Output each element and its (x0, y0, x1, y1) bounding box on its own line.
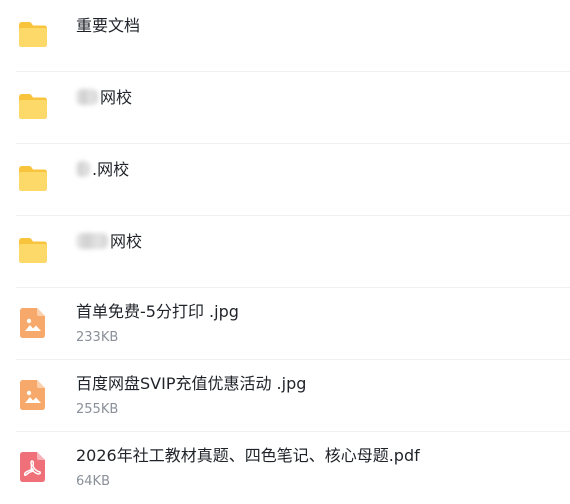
item-name-wrapper: .网校 (76, 160, 129, 180)
list-item-file[interactable]: 百度网盘SVIP充值优惠活动 .jpg 255KB (16, 360, 570, 432)
list-item-folder[interactable]: 网校 (16, 216, 570, 288)
folder-icon (19, 166, 47, 191)
file-size: 233KB (76, 330, 119, 345)
item-name: 2026年社工教材真题、四色笔记、核心母题.pdf (76, 446, 420, 465)
pdf-file-icon (20, 452, 45, 482)
item-name: 百度网盘SVIP充值优惠活动 .jpg (76, 374, 307, 393)
item-name: 首单免费-5分打印 .jpg (76, 302, 239, 321)
redacted-text (76, 89, 98, 105)
folder-icon (19, 238, 47, 263)
folder-icon (19, 94, 47, 119)
image-file-icon (20, 308, 45, 338)
image-file-icon (20, 380, 45, 410)
item-name: 网校 (100, 88, 133, 107)
list-item-file[interactable]: 2026年社工教材真题、四色笔记、核心母题.pdf 64KB (16, 432, 570, 504)
file-list: 重要文档 网校 .网校 网校 首单免费-5分打印 .jpg 233KB 百度网盘… (0, 0, 570, 503)
redacted-text (76, 161, 90, 177)
list-item-folder[interactable]: .网校 (16, 144, 570, 216)
item-name: 网校 (110, 232, 143, 251)
item-name-wrapper: 网校 (76, 88, 132, 108)
list-item-folder[interactable]: 重要文档 (16, 0, 570, 72)
item-name-wrapper: 网校 (76, 232, 142, 252)
folder-icon (19, 22, 47, 47)
item-name: .网校 (92, 160, 130, 179)
redacted-text (76, 233, 108, 249)
item-name: 重要文档 (76, 16, 141, 35)
list-item-file[interactable]: 首单免费-5分打印 .jpg 233KB (16, 288, 570, 360)
file-size: 64KB (76, 474, 110, 489)
file-size: 255KB (76, 402, 119, 417)
list-item-folder[interactable]: 网校 (16, 72, 570, 144)
